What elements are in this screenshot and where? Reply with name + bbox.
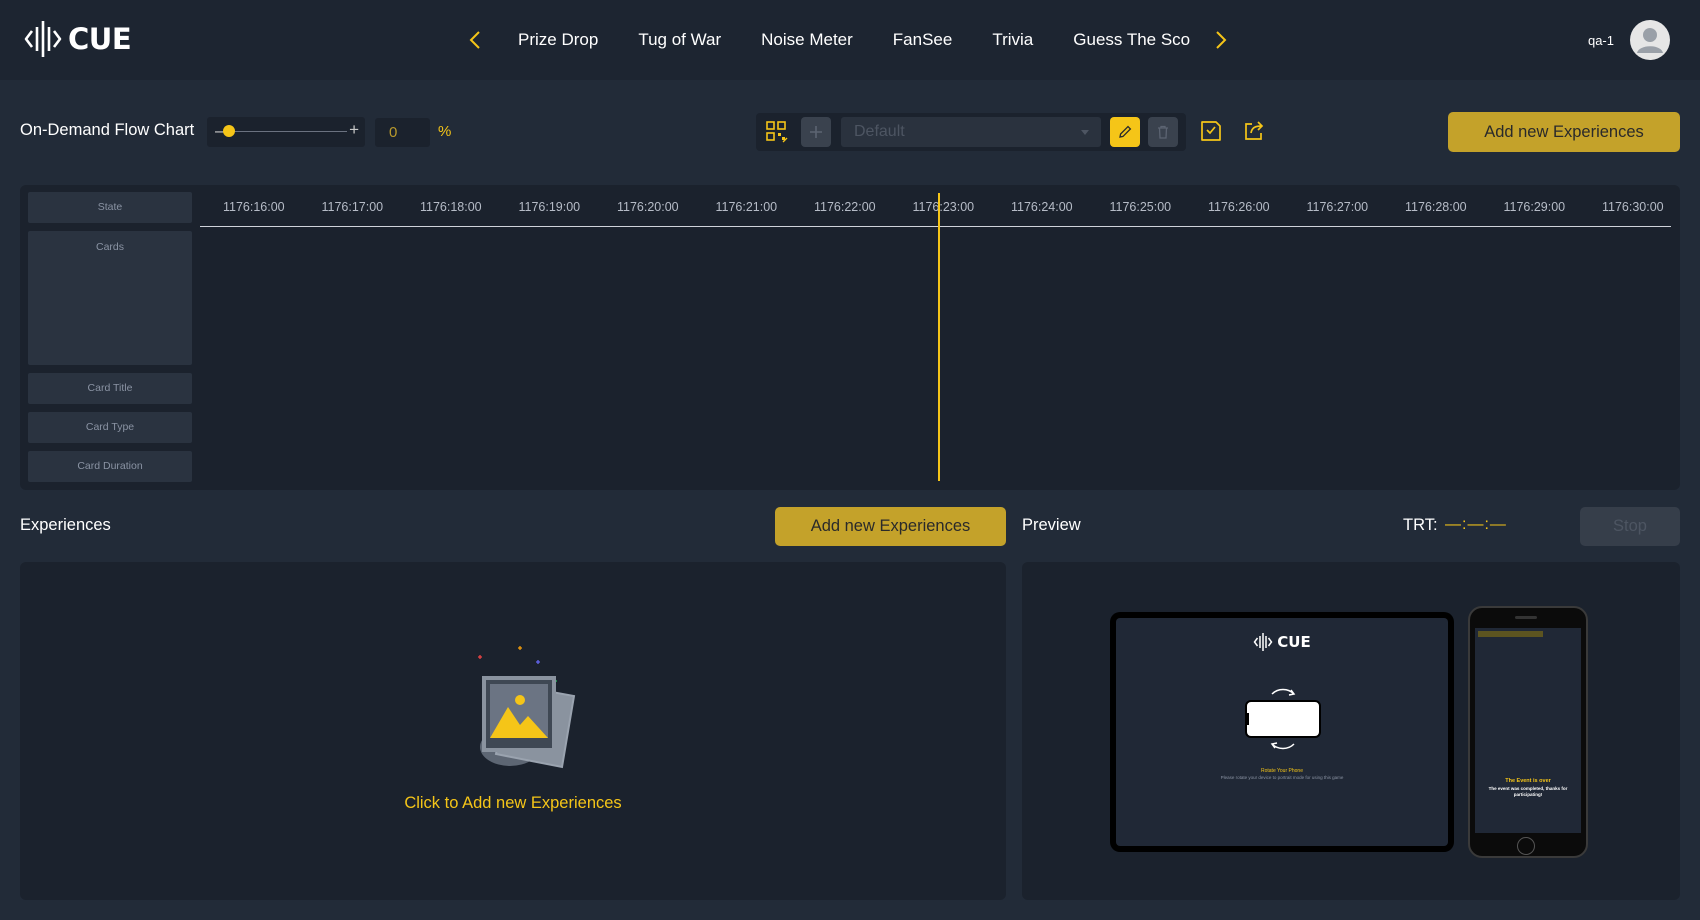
timeline-tick: 1176:21:00: [715, 200, 778, 214]
row-label-card-type: Card Type: [28, 412, 192, 443]
user-menu[interactable]: qa-1: [1588, 20, 1670, 60]
tablet-logo-text: CUE: [1277, 633, 1311, 651]
add-experiences-top-button[interactable]: Add new Experiences: [1448, 112, 1680, 152]
experiences-title: Experiences: [20, 516, 111, 534]
preset-select-value: Default: [854, 123, 905, 140]
add-experiences-button[interactable]: Add new Experiences: [775, 507, 1006, 546]
tablet-logo: CUE: [1116, 632, 1448, 652]
trt-label: TRT:: [1403, 516, 1438, 534]
pencil-icon: [1119, 125, 1132, 138]
phone-home-button: [1517, 837, 1535, 855]
row-label-card-duration: Card Duration: [28, 451, 192, 482]
edit-preset-button[interactable]: [1110, 117, 1140, 147]
timeline-tick: 1176:24:00: [1011, 200, 1073, 214]
image-placeholder-icon: [478, 646, 576, 769]
zoom-plus-button[interactable]: +: [349, 120, 359, 140]
qr-code-icon: [766, 121, 788, 143]
nav-items: Prize Drop Tug of War Noise Meter FanSee…: [498, 30, 1198, 50]
zoom-slider[interactable]: – +: [207, 117, 365, 147]
phone-preview: The Event is over The event was complete…: [1468, 606, 1588, 858]
zoom-percent-input[interactable]: [375, 118, 430, 147]
user-avatar-icon: [1637, 28, 1663, 53]
flowchart-title: On-Demand Flow Chart: [20, 121, 195, 139]
avatar[interactable]: [1630, 20, 1670, 60]
nav-next-button[interactable]: [1206, 20, 1236, 60]
save-button[interactable]: [1197, 117, 1225, 145]
delete-preset-button[interactable]: [1148, 117, 1178, 147]
phone-header-bar: [1478, 631, 1543, 637]
zoom-thumb[interactable]: [223, 125, 235, 137]
preset-select[interactable]: Default: [841, 117, 1101, 147]
logo-waveform-icon: [1253, 633, 1273, 651]
nav-item-guess-the-score[interactable]: Guess The Sco: [1073, 30, 1190, 50]
zoom-track[interactable]: [229, 131, 347, 132]
row-label-cards: Cards: [28, 231, 192, 365]
nav-item-fansee[interactable]: FanSee: [893, 30, 953, 50]
nav-prev-button[interactable]: [460, 20, 490, 60]
chevron-left-icon: [469, 31, 480, 49]
row-label-state: State: [28, 192, 192, 223]
qr-code-button[interactable]: [762, 117, 792, 147]
preset-toolbar: Default: [756, 113, 1186, 151]
trash-icon: [1158, 125, 1168, 139]
rotate-phone-icon: [1245, 688, 1321, 750]
timeline-tick: 1176:26:00: [1208, 200, 1270, 214]
timeline-axis: [200, 226, 1671, 227]
user-name: qa-1: [1587, 32, 1614, 48]
timeline-tick: 1176:22:00: [814, 200, 876, 214]
phone-title: The Event is over: [1505, 778, 1551, 784]
add-preset-button[interactable]: [801, 117, 831, 147]
preview-panel: CUE Rotate Your Phone Please rotate your…: [1022, 562, 1680, 900]
timeline-tick: 1176:18:00: [420, 200, 482, 214]
timeline-playhead[interactable]: [938, 193, 940, 481]
stop-button[interactable]: Stop: [1580, 507, 1680, 546]
timeline-tick: 1176:23:00: [912, 200, 975, 214]
top-bar: CUE Prize Drop Tug of War Noise Meter Fa…: [0, 0, 1700, 80]
tablet-rotate-subtitle: Please rotate your device to portrait mo…: [1220, 775, 1344, 780]
timeline-tick: 1176:17:00: [321, 200, 384, 214]
experiences-panel: Click to Add new Experiences: [20, 562, 1006, 900]
row-label-card-title: Card Title: [28, 373, 192, 404]
timeline-panel: State Cards Card Title Card Type Card Du…: [20, 185, 1680, 490]
timeline-tick: 1176:16:00: [223, 200, 285, 214]
phone-speaker: [1515, 616, 1537, 619]
nav-item-prize-drop[interactable]: Prize Drop: [518, 30, 598, 50]
share-icon: [1245, 121, 1264, 140]
tablet-preview: CUE Rotate Your Phone Please rotate your…: [1110, 612, 1454, 852]
share-button[interactable]: [1240, 117, 1268, 145]
chevron-right-icon: [1216, 31, 1227, 49]
nav-item-tug-of-war[interactable]: Tug of War: [638, 30, 721, 50]
add-experiences-illustration[interactable]: [470, 642, 600, 777]
trt-value: —:—:—: [1445, 516, 1507, 533]
timeline-tick: 1176:29:00: [1503, 200, 1566, 214]
save-icon: [1201, 121, 1221, 141]
empty-state-text[interactable]: Click to Add new Experiences: [20, 794, 1006, 813]
nav-item-noise-meter[interactable]: Noise Meter: [761, 30, 853, 50]
tablet-screen: CUE Rotate Your Phone Please rotate your…: [1116, 618, 1448, 846]
experience-nav: Prize Drop Tug of War Noise Meter FanSee…: [460, 20, 1236, 60]
tablet-rotate-title: Rotate Your Phone: [1261, 768, 1303, 774]
timeline-tick: 1176:19:00: [518, 200, 581, 214]
logo-waveform-icon: [24, 21, 62, 57]
nav-item-trivia[interactable]: Trivia: [992, 30, 1033, 50]
plus-icon: [810, 126, 822, 138]
app-logo[interactable]: CUE: [24, 18, 132, 60]
timeline-tick: 1176:30:00: [1602, 200, 1664, 214]
phone-screen: The Event is over The event was complete…: [1475, 628, 1581, 833]
timeline-tick: 1176:25:00: [1109, 200, 1172, 214]
phone-subtitle: The event was completed, thanks for part…: [1488, 786, 1568, 797]
chevron-down-icon: [1081, 130, 1089, 135]
logo-text: CUE: [68, 22, 132, 56]
percent-sign: %: [438, 123, 452, 140]
preview-title: Preview: [1022, 516, 1081, 534]
timeline-tick: 1176:27:00: [1306, 200, 1369, 214]
timeline-tick: 1176:28:00: [1405, 200, 1467, 214]
timeline-tick: 1176:20:00: [617, 200, 679, 214]
